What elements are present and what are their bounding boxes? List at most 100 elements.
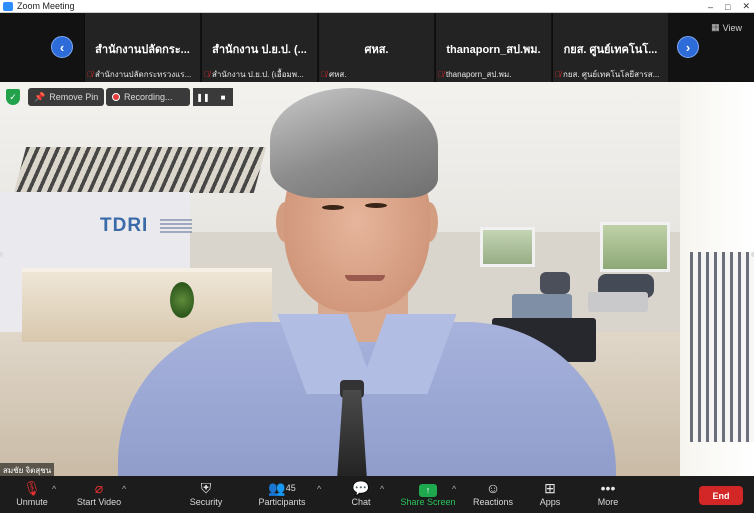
- background-sofa: [588, 292, 648, 312]
- share-screen-icon: ↑: [400, 479, 456, 497]
- more-button[interactable]: ••• More: [592, 479, 624, 511]
- view-button[interactable]: ▦ View: [711, 22, 742, 33]
- speaker-mouth: [345, 275, 385, 281]
- shield-icon: ⛨: [200, 480, 212, 496]
- muted-mic-icon: 🎙̸: [555, 69, 561, 79]
- recording-indicator: Recording...: [106, 88, 190, 106]
- smiley-plus-icon: ☺: [485, 480, 501, 496]
- zoom-window: Zoom Meeting – □ ✕ ‹ สำนักงานปลัดกระ... …: [0, 0, 754, 513]
- recording-dot-icon: [112, 93, 120, 101]
- reactions-label: Reactions: [472, 497, 514, 507]
- participants-label: Participants: [258, 497, 306, 507]
- stop-icon: ■: [220, 92, 226, 102]
- participants-button[interactable]: 👥45 Participants: [256, 479, 308, 511]
- remove-pin-button[interactable]: 📌 Remove Pin: [28, 88, 105, 106]
- meeting-toolbar: 🎙 Unmute ^ ⌀ Start Video ^ ⛨ Security 👥4…: [0, 476, 754, 513]
- share-screen-button[interactable]: ↑ Share Screen: [400, 479, 456, 511]
- participant-display-name: กยส. ศูนย์เทคโนโ...: [563, 44, 658, 56]
- close-icon[interactable]: ✕: [742, 1, 750, 12]
- participants-count: 45: [285, 483, 296, 493]
- background-sofa: [512, 294, 572, 320]
- participant-full-name: กยส. ศูนย์เทคโนโลยีสารส...: [563, 69, 660, 79]
- participants-options-caret-icon[interactable]: ^: [317, 484, 321, 494]
- muted-mic-icon: 🎙̸: [438, 69, 444, 79]
- end-meeting-button[interactable]: End: [699, 486, 743, 505]
- participant-display-name: สำนักงาน ป.ย.ป. (...: [212, 44, 307, 56]
- minimize-icon[interactable]: –: [708, 2, 713, 12]
- participant-display-name: สำนักงานปลัดกระ...: [95, 44, 190, 56]
- apps-grid-icon: ⊞: [544, 480, 556, 496]
- muted-mic-icon: 🎙: [23, 480, 41, 496]
- people-icon: 👥45: [268, 480, 296, 496]
- participant-full-name: สำนักงาน ป.ย.ป. (เอื้อมพ...: [212, 69, 304, 79]
- start-video-button[interactable]: ⌀ Start Video: [74, 479, 124, 511]
- participant-tile[interactable]: thanaporn_สป.พม. 🎙̸ thanaporn_สป.พม.: [435, 13, 551, 82]
- muted-mic-icon: 🎙̸: [204, 69, 210, 79]
- video-off-icon: ⌀: [94, 480, 104, 496]
- unmute-label: Unmute: [16, 497, 48, 507]
- start-video-label: Start Video: [76, 497, 122, 507]
- participant-tile[interactable]: กยส. ศูนย์เทคโนโ... 🎙̸ กยส. ศูนย์เทคโนโล…: [552, 13, 668, 82]
- participant-tile[interactable]: สำนักงานปลัดกระ... 🎙̸ สำนักงานปลัดกระทรว…: [84, 13, 200, 82]
- participant-gallery-strip: ‹ สำนักงานปลัดกระ... 🎙̸ สำนักงานปลัดกระท…: [0, 13, 754, 82]
- security-button[interactable]: ⛨ Security: [186, 479, 226, 511]
- window-title: Zoom Meeting: [17, 1, 75, 11]
- speaker-hair: [270, 88, 438, 198]
- background-pillar-stripes: [690, 252, 754, 442]
- muted-mic-icon: 🎙̸: [87, 69, 93, 79]
- video-options-caret-icon[interactable]: ^: [122, 484, 126, 494]
- muted-mic-icon: 🎙̸: [321, 69, 327, 79]
- recording-label: Recording...: [124, 92, 173, 102]
- participant-display-name: ศหส.: [364, 44, 389, 56]
- participant-name-tag: 🎙̸ thanaporn_สป.พม.: [438, 68, 549, 80]
- pin-icon: 📌: [34, 91, 46, 102]
- chat-bubble-icon: 💬: [352, 480, 370, 496]
- participant-full-name: thanaporn_สป.พม.: [446, 69, 512, 79]
- participant-full-name: สำนักงานปลัดกระทรวงแร...: [95, 69, 192, 79]
- background-ceiling-slats: [13, 147, 267, 193]
- chat-label: Chat: [351, 497, 371, 507]
- speaker-name-tag: สมชัย จิตสุชน: [0, 463, 55, 476]
- window-controls: – □ ✕: [708, 0, 750, 13]
- stop-recording-button[interactable]: ■: [213, 88, 233, 106]
- view-label: View: [722, 22, 742, 33]
- pause-icon: ❚❚: [196, 92, 210, 102]
- active-speaker-video[interactable]: TDRI ✓ 📌 Remove Pin Recording... ❚❚ ■ สม…: [0, 82, 754, 476]
- background-logo-subtext: [160, 219, 192, 233]
- chevron-right-icon: ›: [685, 39, 691, 55]
- maximize-icon[interactable]: □: [725, 2, 730, 12]
- encryption-shield-icon[interactable]: ✓: [6, 89, 20, 105]
- prev-page-button[interactable]: ‹: [51, 36, 73, 58]
- participant-name-tag: 🎙̸ กยส. ศูนย์เทคโนโลยีสารส...: [555, 68, 666, 80]
- background-window: [480, 227, 535, 267]
- participant-tile[interactable]: ศหส. 🎙̸ ศหส.: [318, 13, 434, 82]
- share-options-caret-icon[interactable]: ^: [452, 484, 456, 494]
- zoom-app-icon: [3, 1, 13, 11]
- next-page-button[interactable]: ›: [677, 36, 699, 58]
- title-bar: Zoom Meeting – □ ✕: [0, 0, 754, 13]
- participant-name-tag: 🎙̸ สำนักงานปลัดกระทรวงแร...: [87, 68, 198, 80]
- unmute-button[interactable]: 🎙 Unmute: [10, 479, 54, 511]
- speaker-shirt: [118, 322, 616, 476]
- more-label: More: [597, 497, 619, 507]
- speaker-eye: [365, 203, 387, 208]
- chat-options-caret-icon[interactable]: ^: [380, 484, 384, 494]
- share-screen-label: Share Screen: [400, 497, 456, 507]
- pause-recording-button[interactable]: ❚❚: [193, 88, 213, 106]
- apps-button[interactable]: ⊞ Apps: [534, 479, 566, 511]
- apps-label: Apps: [539, 497, 561, 507]
- participant-name-tag: 🎙̸ ศหส.: [321, 68, 432, 80]
- audio-options-caret-icon[interactable]: ^: [52, 484, 56, 494]
- remove-pin-label: Remove Pin: [49, 92, 99, 102]
- participant-name-tag: 🎙̸ สำนักงาน ป.ย.ป. (เอื้อมพ...: [204, 68, 315, 80]
- participant-display-name: thanaporn_สป.พม.: [446, 44, 541, 56]
- ellipsis-icon: •••: [600, 480, 616, 496]
- background-window: [600, 222, 670, 272]
- background-logo-text: TDRI: [100, 215, 149, 236]
- chevron-left-icon: ‹: [59, 39, 65, 55]
- security-label: Security: [189, 497, 223, 507]
- chat-button[interactable]: 💬 Chat: [346, 479, 376, 511]
- grid-view-icon: ▦: [711, 22, 720, 32]
- reactions-button[interactable]: ☺ Reactions: [472, 479, 514, 511]
- participant-tile[interactable]: สำนักงาน ป.ย.ป. (... 🎙̸ สำนักงาน ป.ย.ป. …: [201, 13, 317, 82]
